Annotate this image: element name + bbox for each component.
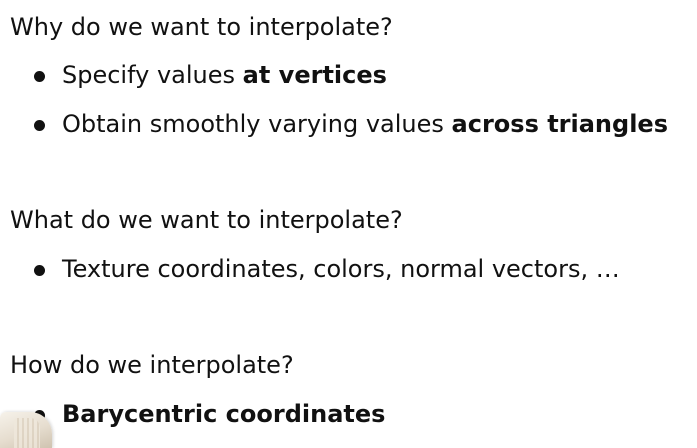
bullet-dot-icon [34,71,45,82]
bullet-dot-icon [34,120,45,131]
bullet-bold-text: across triangles [451,110,668,138]
bullet-plain-text: Obtain smoothly varying values [62,110,452,138]
bullet-dot-icon [34,265,45,276]
bullet-text: Obtain smoothly varying values across tr… [62,109,668,139]
corner-object-image [0,412,52,448]
section-heading-how: How do we interpolate? [10,351,294,379]
bullet-plain-text: Specify values [62,61,243,89]
bullet-bold-text: Barycentric coordinates [62,400,386,428]
bullet-bold-text: at vertices [242,61,387,89]
bullet-text: Specify values at vertices [62,60,387,90]
bullet-text: Texture coordinates, colors, normal vect… [62,254,620,284]
section-heading-what: What do we want to interpolate? [10,206,403,234]
bullet-plain-text: Texture coordinates, colors, normal vect… [62,255,620,283]
bullet-text: Barycentric coordinates [62,399,385,429]
section-heading-why: Why do we want to interpolate? [10,13,393,41]
slide: Why do we want to interpolate? Specify v… [0,0,697,448]
